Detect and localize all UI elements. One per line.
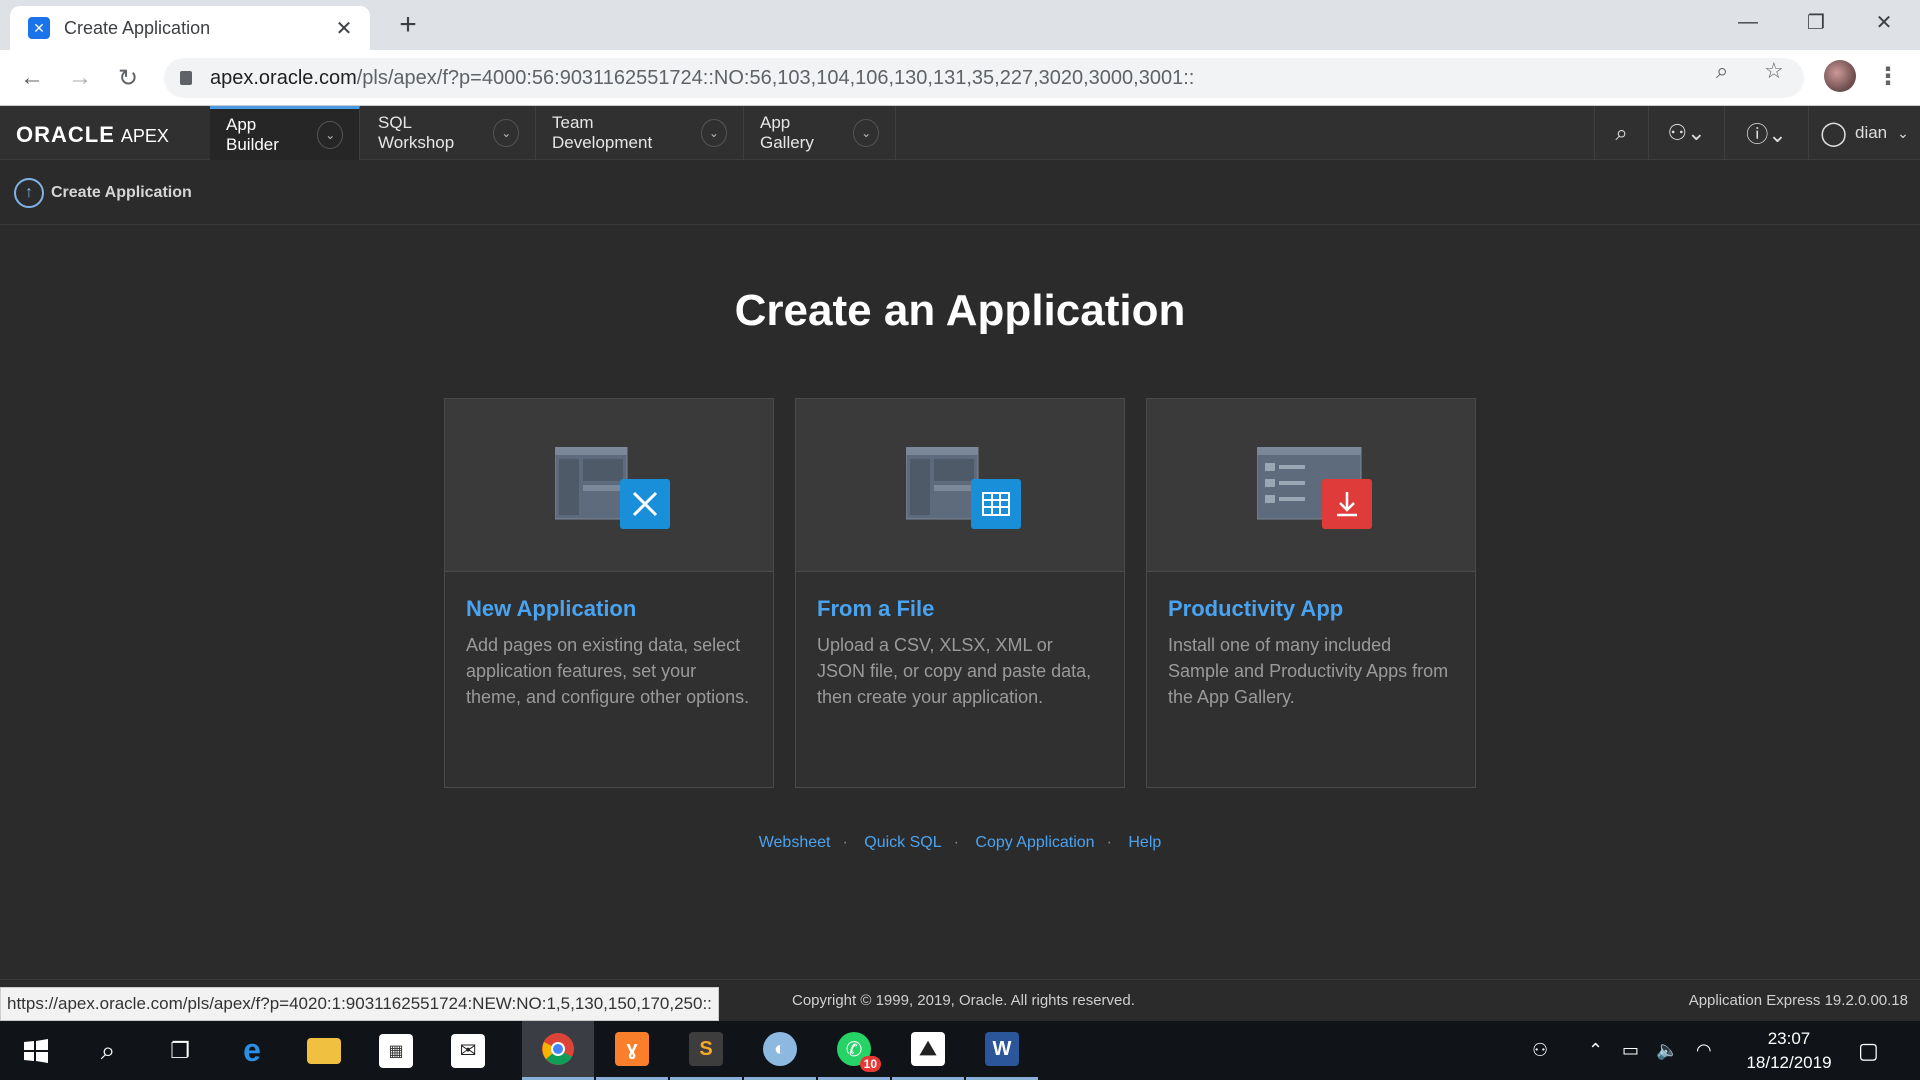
chevron-down-icon[interactable]: ⌄ — [317, 120, 343, 149]
people-icon[interactable]: ⚇ — [1532, 1021, 1548, 1080]
close-window-button[interactable]: ✕ — [1856, 6, 1912, 38]
windows-taskbar: ⌕ ❐ e ▦ ✉ ɣ S ◐ ✆ 10 ⛰ W ⚇ ⌃ ▭ 🔈 ◠ 23:07… — [0, 1021, 1920, 1080]
card-description: Upload a CSV, XLSX, XML or JSON file, or… — [817, 635, 1092, 707]
link-quick-sql[interactable]: Quick SQL — [864, 834, 941, 851]
paint-icon[interactable]: ◐ — [744, 1021, 816, 1080]
chevron-down-icon: ⌄ — [1897, 124, 1909, 141]
breadcrumb-label: Create Application — [51, 183, 192, 201]
battery-icon[interactable]: ▭ — [1622, 1021, 1639, 1080]
version-text: Application Express 19.2.0.00.18 — [1688, 992, 1908, 1009]
card-illustration — [1147, 399, 1475, 572]
tab-app-gallery[interactable]: App Gallery ⌄ — [744, 106, 896, 160]
store-icon[interactable]: ▦ — [360, 1021, 432, 1080]
user-icon: ◯ — [1820, 119, 1847, 147]
bookmark-star-icon[interactable]: ☆ — [1764, 58, 1784, 84]
tab-label: App Builder — [226, 114, 279, 154]
card-description: Install one of many included Sample and … — [1168, 635, 1449, 707]
volume-icon[interactable]: 🔈 — [1656, 1021, 1678, 1080]
profile-avatar[interactable] — [1824, 60, 1856, 92]
clock-date: 18/12/2019 — [1746, 1053, 1832, 1072]
chevron-down-icon[interactable]: ⌄ — [700, 119, 727, 147]
user-menu[interactable]: ◯ dian ⌄ — [1808, 106, 1920, 160]
word-icon[interactable]: W — [966, 1021, 1038, 1080]
card-new-application[interactable]: New Application Add pages on existing da… — [444, 398, 774, 788]
notifications-icon[interactable]: ▢ — [1858, 1021, 1879, 1080]
reload-icon[interactable]: ↻ — [112, 62, 144, 94]
mail-icon[interactable]: ✉ — [432, 1021, 504, 1080]
link-help[interactable]: Help — [1128, 834, 1161, 851]
tab-team-development[interactable]: Team Development ⌄ — [536, 106, 744, 160]
apex-header: ORACLE APEX App Builder ⌄ SQL Workshop ⌄ … — [0, 106, 1920, 160]
tab-close-icon[interactable]: ✕ — [332, 16, 356, 41]
sublime-text-icon[interactable]: S — [670, 1021, 742, 1080]
forward-icon[interactable]: → — [64, 62, 96, 94]
notification-badge: 10 — [859, 1056, 881, 1072]
photos-icon[interactable]: ⛰ — [892, 1021, 964, 1080]
chevron-up-icon[interactable]: ⌃ — [1588, 1021, 1603, 1080]
secondary-links: Websheet · Quick SQL · Copy Application · H… — [0, 834, 1920, 852]
tab-title: Create Application — [64, 17, 211, 38]
lock-icon — [180, 71, 192, 85]
tab-label: App Gallery — [760, 113, 814, 152]
file-explorer-icon[interactable] — [288, 1021, 360, 1080]
card-title[interactable]: Productivity App — [1168, 596, 1475, 622]
address-bar[interactable]: apex.oracle.com/pls/apex/f?p=4000:56:903… — [164, 58, 1804, 98]
status-bar-url: https://apex.oracle.com/pls/apex/f?p=402… — [0, 987, 719, 1021]
browser-tab[interactable]: ✕ Create Application ✕ — [10, 6, 370, 50]
browser-tabstrip: ✕ Create Application ✕ + — ❐ ✕ — [0, 0, 1920, 50]
tab-sql-workshop[interactable]: SQL Workshop ⌄ — [362, 106, 536, 160]
breadcrumb: ↑ Create Application — [0, 161, 1920, 225]
oracle-apex-logo[interactable]: ORACLE APEX — [16, 122, 169, 148]
whatsapp-icon[interactable]: ✆ 10 — [818, 1021, 890, 1080]
card-productivity-app[interactable]: Productivity App Install one of many inc… — [1146, 398, 1476, 788]
download-icon — [1322, 479, 1372, 529]
xampp-icon[interactable]: ɣ — [596, 1021, 668, 1080]
card-description: Add pages on existing data, select appli… — [466, 635, 750, 707]
admin-user-icon[interactable]: ⚇⌄ — [1648, 106, 1724, 160]
help-icon[interactable]: ⓘ⌄ — [1724, 106, 1808, 160]
link-separator: · — [842, 834, 848, 851]
wrench-pencil-icon — [620, 479, 670, 529]
chrome-icon[interactable] — [522, 1021, 594, 1080]
link-websheet[interactable]: Websheet — [759, 834, 831, 851]
task-view-icon[interactable]: ❐ — [144, 1021, 216, 1080]
zoom-icon[interactable]: ⌕ — [1716, 58, 1728, 84]
link-copy-application[interactable]: Copy Application — [975, 834, 1094, 851]
card-illustration — [796, 399, 1124, 572]
link-separator: · — [1106, 834, 1112, 851]
card-title[interactable]: New Application — [466, 596, 773, 622]
url-text: apex.oracle.com/pls/apex/f?p=4000:56:903… — [210, 66, 1195, 89]
restore-button[interactable]: ❐ — [1788, 6, 1844, 38]
clock-time: 23:07 — [1767, 1029, 1811, 1048]
windows-start-icon[interactable] — [0, 1021, 72, 1080]
grid-icon — [971, 479, 1021, 529]
card-from-a-file[interactable]: From a File Upload a CSV, XLSX, XML or J… — [795, 398, 1125, 788]
page-title: Create an Application — [734, 286, 1186, 335]
up-arrow-icon[interactable]: ↑ — [14, 177, 44, 208]
search-icon[interactable]: ⌕ — [72, 1021, 144, 1080]
card-title[interactable]: From a File — [817, 596, 1124, 622]
card-illustration — [445, 399, 773, 572]
user-name: dian — [1854, 123, 1888, 142]
tab-label: Team Development — [552, 113, 653, 152]
system-clock[interactable]: 23:07 18/12/2019 — [1734, 1027, 1844, 1075]
copyright-text: Copyright © 1999, 2019, Oracle. All righ… — [792, 992, 1135, 1009]
minimize-button[interactable]: — — [1720, 6, 1776, 38]
tab-label: SQL Workshop — [378, 113, 455, 152]
back-icon[interactable]: ← — [16, 62, 48, 94]
apex-icon: ✕ — [28, 17, 50, 39]
browser-menu-icon[interactable]: ⋮ — [1876, 62, 1900, 91]
edge-icon[interactable]: e — [216, 1021, 288, 1080]
new-tab-button[interactable]: + — [392, 10, 424, 40]
chevron-down-icon[interactable]: ⌄ — [853, 119, 879, 147]
tab-app-builder[interactable]: App Builder ⌄ — [210, 106, 360, 160]
link-separator: · — [953, 834, 959, 851]
chevron-down-icon[interactable]: ⌄ — [493, 119, 519, 147]
browser-toolbar: ← → ↻ apex.oracle.com/pls/apex/f?p=4000:… — [0, 50, 1920, 106]
search-icon[interactable]: ⌕ — [1594, 106, 1648, 160]
wifi-icon[interactable]: ◠ — [1696, 1021, 1712, 1080]
